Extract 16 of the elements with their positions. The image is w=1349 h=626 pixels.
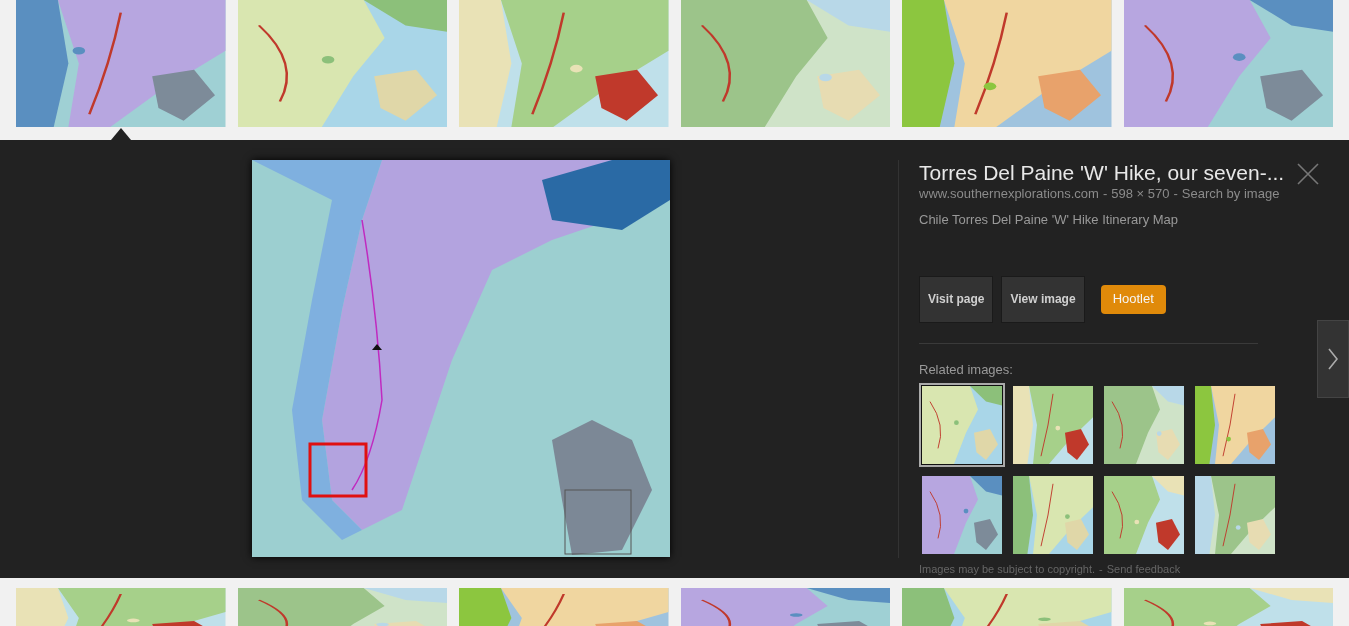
image-size: 598 × 570 bbox=[1111, 186, 1170, 202]
related-images-label: Related images: bbox=[919, 360, 1014, 379]
source-url: www.southernexplorations.com bbox=[919, 186, 1099, 202]
chevron-right-icon bbox=[1327, 347, 1339, 371]
close-icon[interactable] bbox=[1296, 162, 1321, 186]
action-button[interactable]: Visit page bbox=[919, 275, 994, 323]
image-description: Chile Torres Del Paine 'W' Hike Itinerary Map bbox=[919, 211, 1180, 229]
search-by-image-link[interactable]: Search by image bbox=[1181, 186, 1280, 202]
separator: - bbox=[1102, 186, 1108, 202]
image-title: Torres Del Paine 'W' Hike, our seven-... bbox=[919, 160, 1285, 186]
separator: - bbox=[1173, 186, 1178, 202]
copyright-notice: Images may be subject to copyright. bbox=[919, 562, 1096, 577]
separator: - bbox=[1099, 562, 1103, 577]
hootlet-button[interactable]: Hootlet bbox=[1100, 284, 1166, 314]
send-feedback-link[interactable]: Send feedback bbox=[1106, 561, 1181, 578]
action-button[interactable]: View image bbox=[1001, 275, 1085, 323]
